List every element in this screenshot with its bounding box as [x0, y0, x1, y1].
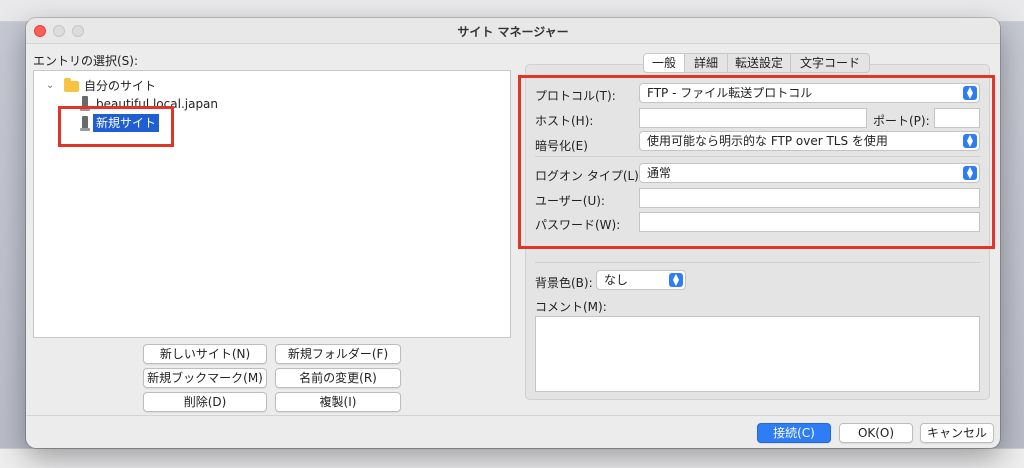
tab-transfer-settings[interactable]: 転送設定 [727, 53, 791, 73]
chevron-down-icon[interactable]: ⌄ [46, 77, 54, 95]
tab-charset[interactable]: 文字コード [790, 53, 870, 73]
tab-advanced[interactable]: 詳細 [684, 53, 728, 73]
new-bookmark-button[interactable]: 新規ブックマーク(M) [143, 368, 267, 388]
highlight-box-new-site [58, 106, 174, 147]
divider [535, 262, 980, 263]
title-bar: サイト マネージャー [26, 18, 1000, 44]
tab-general[interactable]: 一般 [643, 53, 685, 73]
comment-label: コメント(M): [535, 300, 607, 314]
folder-icon [64, 78, 79, 92]
background-color-select-value: なし [604, 273, 629, 287]
cancel-button[interactable]: キャンセル [920, 423, 994, 443]
background-color-select[interactable]: なし ▲ ▼ [596, 270, 686, 290]
ok-button[interactable]: OK(O) [839, 423, 913, 443]
new-folder-button[interactable]: 新規フォルダー(F) [275, 344, 401, 364]
site-manager-dialog: サイト マネージャー エントリの選択(S): ⌄ 自分のサイト beautifu… [26, 18, 1000, 448]
tree-root-row[interactable]: ⌄ 自分のサイト [44, 77, 344, 95]
highlight-box-connection-settings [518, 75, 995, 249]
tree-root-label: 自分のサイト [84, 79, 157, 93]
rename-button[interactable]: 名前の変更(R) [275, 368, 401, 388]
duplicate-button[interactable]: 複製(I) [275, 392, 401, 412]
window-title: サイト マネージャー [457, 25, 569, 39]
background-app-statusbar [0, 448, 1024, 468]
new-site-button[interactable]: 新しいサイト(N) [143, 344, 267, 364]
delete-button[interactable]: 削除(D) [143, 392, 267, 412]
footer-divider [26, 415, 1000, 416]
chevron-updown-icon: ▲ ▼ [669, 273, 683, 287]
entry-select-label: エントリの選択(S): [33, 54, 139, 68]
background-color-label: 背景色(B): [535, 276, 593, 290]
connect-button[interactable]: 接続(C) [757, 423, 831, 443]
comment-textarea[interactable] [535, 316, 980, 392]
